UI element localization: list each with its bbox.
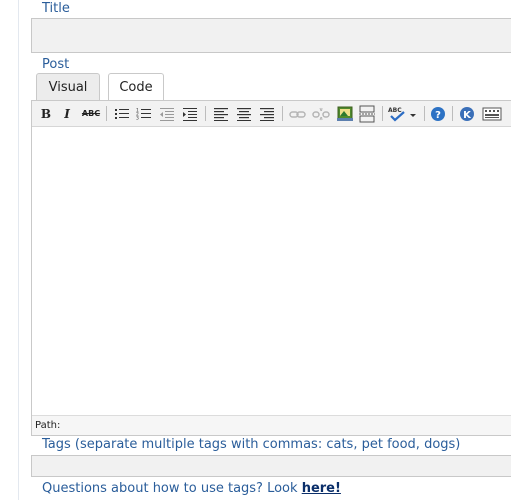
editor-toolbar: B I ABC 1 2 3 ABC ? K: [32, 101, 511, 127]
unordered-list-icon[interactable]: [114, 105, 130, 122]
tab-visual[interactable]: Visual: [36, 73, 100, 101]
toolbar-separator: [424, 106, 425, 121]
svg-text:?: ?: [435, 110, 441, 121]
align-center-icon[interactable]: [236, 105, 252, 122]
italic-icon[interactable]: I: [61, 105, 73, 122]
post-content-area[interactable]: [32, 127, 511, 415]
align-right-icon[interactable]: [259, 105, 275, 122]
post-editor: B I ABC 1 2 3 ABC ? K Path:: [31, 100, 511, 436]
tags-help-text: Questions about how to use tags? Look he…: [42, 481, 341, 497]
tags-label: Tags (separate multiple tags with commas…: [42, 437, 461, 452]
image-icon[interactable]: [336, 105, 354, 122]
bold-icon[interactable]: B: [40, 105, 52, 122]
unlink-icon[interactable]: [312, 105, 330, 122]
tags-help-link[interactable]: here!: [302, 481, 341, 496]
path-bar: Path:: [32, 415, 511, 435]
title-input[interactable]: [31, 18, 511, 53]
indent-icon[interactable]: [182, 105, 198, 122]
link-icon[interactable]: [289, 105, 307, 122]
toolbar-separator: [205, 106, 206, 121]
kitchen-sink-icon[interactable]: K: [459, 105, 475, 122]
toolbar-separator: [106, 106, 107, 121]
toolbar-separator: [452, 106, 453, 121]
more-break-icon[interactable]: [358, 105, 376, 122]
toolbar-separator: [282, 106, 283, 121]
align-left-icon[interactable]: [213, 105, 229, 122]
svg-text:3: 3: [136, 115, 139, 121]
tags-input[interactable]: [31, 455, 511, 477]
tags-help-question: Questions about how to use tags? Look: [42, 481, 302, 496]
ordered-list-icon[interactable]: 1 2 3: [136, 105, 152, 122]
strikethrough-icon[interactable]: ABC: [81, 105, 101, 122]
tab-code[interactable]: Code: [108, 73, 164, 101]
svg-text:K: K: [463, 110, 472, 121]
post-label: Post: [42, 57, 70, 72]
left-rule: [18, 0, 19, 500]
spellcheck-icon[interactable]: ABC: [388, 105, 418, 122]
title-label: Title: [42, 1, 70, 16]
toolbar-toggle-icon[interactable]: [482, 105, 502, 122]
help-icon[interactable]: ?: [430, 105, 446, 122]
outdent-icon[interactable]: [159, 105, 175, 122]
svg-text:ABC: ABC: [388, 107, 402, 114]
toolbar-separator: [382, 106, 383, 121]
